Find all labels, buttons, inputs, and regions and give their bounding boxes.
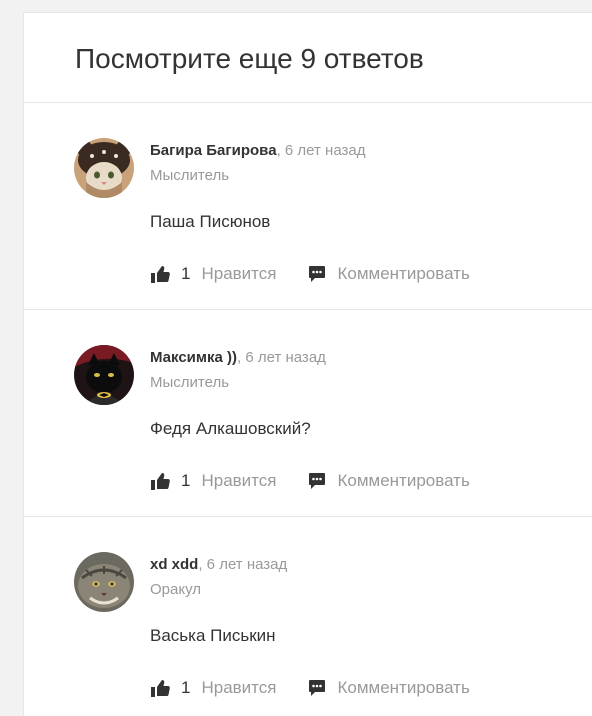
like-count: 1 (181, 264, 191, 283)
comment-button[interactable]: Комментировать (308, 471, 470, 491)
author-link[interactable]: Багира Багирова (150, 142, 277, 159)
author-link[interactable]: Максимка )) (150, 349, 237, 366)
answer-text: Паша Писюнов (150, 212, 271, 231)
comment-button[interactable]: Комментировать (308, 264, 470, 284)
comment-bubble-icon (308, 472, 326, 490)
thumbs-up-icon (150, 264, 170, 284)
like-button[interactable]: 1 Нравится (150, 264, 276, 284)
author-rank: Мыслитель (150, 374, 230, 391)
answer-time: , 6 лет назад (276, 142, 366, 159)
like-button[interactable]: 1 Нравится (150, 471, 276, 491)
avatar[interactable] (74, 552, 134, 612)
like-label: Нравится (201, 264, 277, 283)
answer-actions: 1 Нравится Комментировать (150, 469, 470, 493)
comment-bubble-icon (308, 679, 326, 697)
like-count: 1 (181, 471, 191, 490)
author-rank: Мыслитель (150, 167, 230, 184)
like-label: Нравится (201, 471, 277, 490)
answer-text: Федя Алкашовский? (150, 419, 311, 438)
thumbs-up-icon (150, 678, 170, 698)
avatar[interactable] (74, 345, 134, 405)
like-button[interactable]: 1 Нравится (150, 678, 276, 698)
answer-actions: 1 Нравится Комментировать (150, 262, 470, 286)
author-link[interactable]: xd xdd (150, 556, 198, 573)
like-count: 1 (181, 678, 191, 697)
avatar[interactable] (74, 138, 134, 198)
like-label: Нравится (201, 678, 277, 697)
answers-header: Посмотрите еще 9 ответов (24, 13, 592, 103)
answers-panel: Посмотрите еще 9 ответов Багира Багирова… (23, 12, 592, 716)
author-rank: Оракул (150, 581, 202, 598)
thumbs-up-icon (150, 471, 170, 491)
avatar-black-cat-image (74, 345, 134, 405)
answer-time: , 6 лет назад (198, 556, 288, 573)
avatar-wild-cat-image (74, 552, 134, 612)
answer-item: Багира Багирова, 6 лет назад Мыслитель П… (24, 103, 592, 310)
answer-meta: Багира Багирова, 6 лет назад (150, 141, 365, 161)
answer-text: Васька Писькин (150, 626, 276, 645)
answer-actions: 1 Нравится Комментировать (150, 676, 470, 700)
avatar-cat-costume-image (74, 138, 134, 198)
comment-label: Комментировать (337, 264, 470, 283)
comment-bubble-icon (308, 265, 326, 283)
comment-label: Комментировать (337, 471, 470, 490)
comment-button[interactable]: Комментировать (308, 678, 470, 698)
answer-meta: Максимка )), 6 лет назад (150, 348, 326, 368)
page-title: Посмотрите еще 9 ответов (75, 43, 424, 74)
answer-meta: xd xdd, 6 лет назад (150, 555, 287, 575)
answer-item: xd xdd, 6 лет назад Оракул Васька Письки… (24, 517, 592, 716)
answer-item: Максимка )), 6 лет назад Мыслитель Федя … (24, 310, 592, 517)
comment-label: Комментировать (337, 678, 470, 697)
answer-time: , 6 лет назад (237, 349, 326, 366)
